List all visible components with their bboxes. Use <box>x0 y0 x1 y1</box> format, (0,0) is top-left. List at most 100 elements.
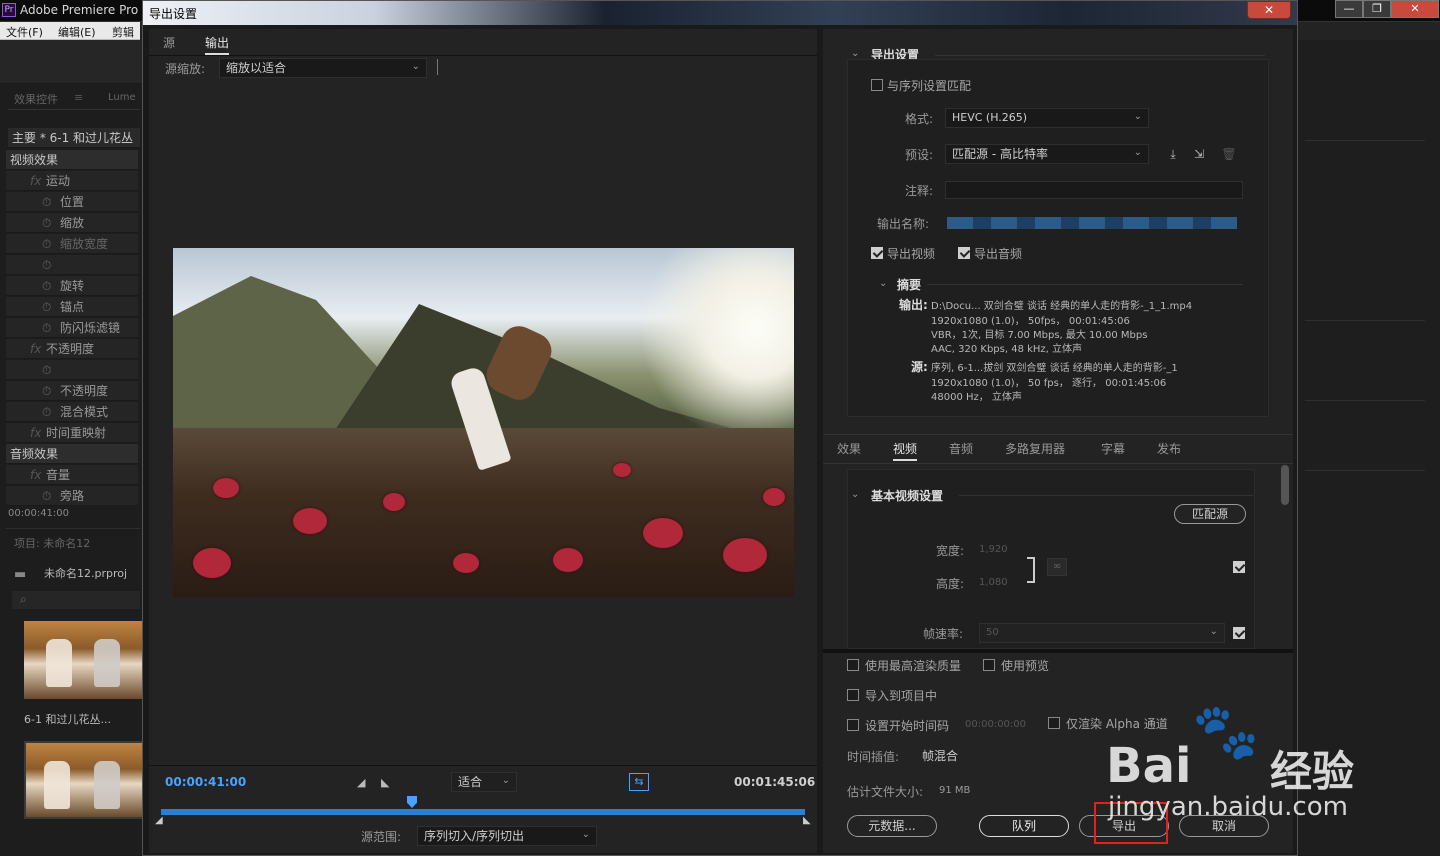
effect-property-row[interactable]: ⏱ <box>6 360 138 380</box>
effect-property-row[interactable]: fx 不透明度 <box>6 339 138 359</box>
tab-output[interactable]: 输出 <box>205 34 230 55</box>
width-value[interactable]: 1,920 <box>979 544 1008 555</box>
output-name-link[interactable] <box>947 217 1237 229</box>
effect-property-row[interactable]: ⏱ 位置 <box>6 192 138 212</box>
stopwatch-icon[interactable]: ⏱ <box>42 255 51 274</box>
tab-audio[interactable]: 音频 <box>949 440 973 457</box>
menu-file[interactable]: 文件(F) <box>6 24 43 40</box>
import-project-checkbox[interactable] <box>847 689 859 701</box>
effect-property-row[interactable]: ⏱ 锚点 <box>6 297 138 317</box>
height-value[interactable]: 1,080 <box>979 577 1008 588</box>
effect-property-row[interactable]: ⏱ 缩放 <box>6 213 138 233</box>
out-marker-icon[interactable]: ◣ <box>803 815 811 826</box>
metadata-button[interactable]: 元数据... <box>847 815 937 837</box>
stopwatch-icon[interactable]: ⏱ <box>42 318 51 337</box>
summary-chevron-icon[interactable]: ⌄ <box>879 278 887 289</box>
video-settings-chevron-icon[interactable]: ⌄ <box>851 489 859 500</box>
tab-lumetri[interactable]: Lume <box>108 92 136 103</box>
stopwatch-icon[interactable]: ⏱ <box>42 486 51 505</box>
stopwatch-icon[interactable]: ⏱ <box>42 297 51 316</box>
menu-edit[interactable]: 编辑(E) <box>58 24 96 40</box>
stopwatch-icon[interactable]: ⏱ <box>42 381 51 400</box>
stopwatch-icon[interactable]: ⏱ <box>42 360 51 379</box>
stopwatch-icon[interactable]: ⏱ <box>42 402 51 421</box>
effect-property-row[interactable]: fx 运动 <box>6 171 138 191</box>
effect-row-label: 音频效果 <box>10 447 59 461</box>
start-timecode-value[interactable]: 00:00:00:00 <box>965 719 1026 730</box>
delete-preset-icon[interactable]: 🗑 <box>1221 147 1237 161</box>
maximize-button[interactable]: ❐ <box>1363 0 1391 18</box>
format-dropdown[interactable]: HEVC (H.265) ⌄ <box>945 108 1149 128</box>
export-audio-checkbox[interactable] <box>958 247 970 259</box>
tab-video[interactable]: 视频 <box>893 440 918 461</box>
fx-icon[interactable]: fx <box>30 465 41 484</box>
match-source-button[interactable]: 匹配源 <box>1174 504 1246 524</box>
clip-thumbnail-2[interactable] <box>24 741 144 819</box>
export-audio-label: 导出音频 <box>974 247 1023 261</box>
stopwatch-icon[interactable]: ⏱ <box>42 234 51 253</box>
preset-dropdown[interactable]: 匹配源 - 高比特率 ⌄ <box>945 144 1149 164</box>
effect-property-row[interactable]: ⏱ 不透明度 <box>6 381 138 401</box>
tab-effects[interactable]: 效果 <box>837 440 861 457</box>
effect-property-row[interactable]: ⏱ 旁路 <box>6 486 138 506</box>
set-in-point-icon[interactable]: ◢ <box>357 776 365 789</box>
comments-input[interactable] <box>945 181 1243 199</box>
tab-source[interactable]: 源 <box>163 34 175 51</box>
set-out-point-icon[interactable]: ◣ <box>381 776 389 789</box>
queue-button[interactable]: 队列 <box>979 815 1069 837</box>
match-sequence-checkbox[interactable] <box>871 79 883 91</box>
alpha-only-checkbox[interactable] <box>1048 717 1060 729</box>
app-close-button[interactable]: ✕ <box>1391 0 1439 18</box>
effect-property-row[interactable]: ⏱ 防闪烁滤镜 <box>6 318 138 338</box>
effect-property-row[interactable]: ⏱ 缩放宽度 <box>6 234 138 254</box>
effect-property-row[interactable]: fx 音量 <box>6 465 138 485</box>
tab-multiplexer[interactable]: 多路复用器 <box>1005 440 1065 457</box>
project-search-input[interactable]: ⌕ <box>12 591 140 609</box>
effect-property-row[interactable]: ⏱ 混合模式 <box>6 402 138 422</box>
link-icon[interactable]: ∞ <box>1047 558 1067 576</box>
import-preset-icon[interactable]: ⇲ <box>1191 147 1207 161</box>
timeline-track[interactable] <box>161 809 805 815</box>
minimize-button[interactable]: — <box>1335 0 1363 18</box>
tab-captions[interactable]: 字幕 <box>1101 440 1125 457</box>
effect-property-row[interactable]: fx 时间重映射 <box>6 423 138 443</box>
timecode-in[interactable]: 00:00:41:00 <box>165 775 246 789</box>
stopwatch-icon[interactable]: ⏱ <box>42 213 51 232</box>
effects-section-header[interactable]: 视频效果 <box>6 150 138 170</box>
summary-output-line: VBR，1次, 目标 7.00 Mbps, 最大 10.00 Mbps <box>931 330 1148 341</box>
fx-icon[interactable]: fx <box>30 339 41 358</box>
export-video-checkbox[interactable] <box>871 247 883 259</box>
app-title: Adobe Premiere Pro <box>20 3 139 17</box>
settings-scrollbar[interactable] <box>1281 465 1289 505</box>
panel-menu-icon[interactable]: ≡ <box>74 91 83 104</box>
framerate-dropdown[interactable]: 50 ⌄ <box>979 623 1225 643</box>
effect-property-row[interactable]: ⏱ <box>6 255 138 275</box>
use-previews-checkbox[interactable] <box>983 659 995 671</box>
tab-publish[interactable]: 发布 <box>1157 440 1181 457</box>
source-scale-dropdown[interactable]: 缩放以适合 ⌄ <box>219 58 427 78</box>
start-timecode-checkbox[interactable] <box>847 719 859 731</box>
fx-icon[interactable]: fx <box>30 171 41 190</box>
filesize-value: 91 MB <box>939 785 971 796</box>
width-match-checkbox[interactable] <box>1233 561 1245 573</box>
project-file-name: 未命名12.prproj <box>44 567 128 580</box>
tab-effect-controls[interactable]: 效果控件 <box>14 91 58 107</box>
max-render-checkbox[interactable] <box>847 659 859 671</box>
framerate-match-checkbox[interactable] <box>1233 627 1245 639</box>
aspect-toggle-icon[interactable]: ⇆ <box>629 773 649 791</box>
right-panel-divider <box>1305 470 1425 471</box>
effects-section-header[interactable]: 音频效果 <box>6 444 138 464</box>
effect-property-row[interactable]: ⏱ 旋转 <box>6 276 138 296</box>
clip-thumbnail[interactable] <box>24 621 144 699</box>
menu-clip[interactable]: 剪辑 <box>112 24 134 40</box>
save-preset-icon[interactable]: ⤓ <box>1165 147 1181 161</box>
in-marker-icon[interactable]: ◢ <box>155 815 163 826</box>
collapse-chevron-icon[interactable]: ⌄ <box>851 48 859 59</box>
stopwatch-icon[interactable]: ⏱ <box>42 192 51 211</box>
source-range-dropdown[interactable]: 序列切入/序列切出 ⌄ <box>417 826 597 846</box>
dialog-close-button[interactable]: ✕ <box>1247 1 1291 19</box>
fit-dropdown[interactable]: 适合 ⌄ <box>451 772 517 792</box>
stopwatch-icon[interactable]: ⏱ <box>42 276 51 295</box>
fx-icon[interactable]: fx <box>30 423 41 442</box>
playhead-timecode: 00:00:41:00 <box>8 508 70 519</box>
